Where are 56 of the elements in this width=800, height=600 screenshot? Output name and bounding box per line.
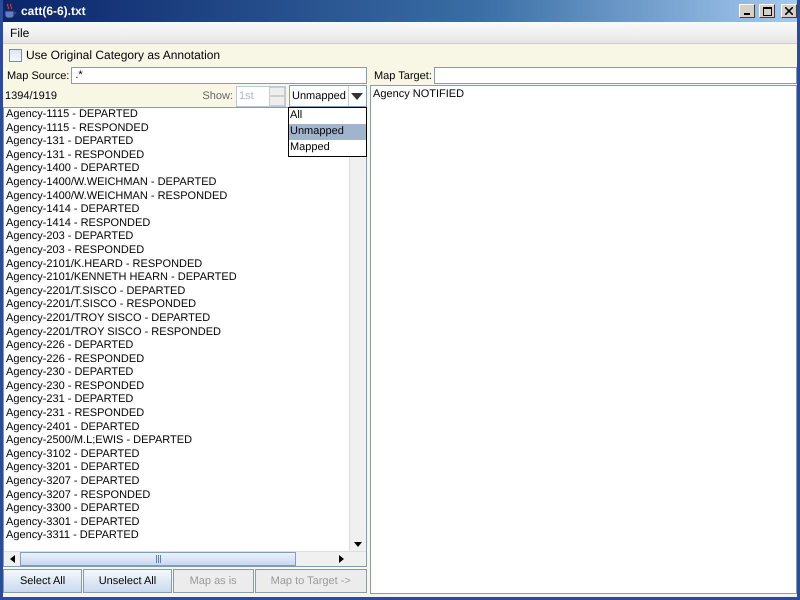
maximize-icon	[762, 6, 772, 16]
list-item[interactable]: Agency-3207 - RESPONDED	[6, 488, 349, 502]
window-title: catt(6-6).txt	[21, 4, 87, 18]
list-item[interactable]: Agency-3311 - DEPARTED	[6, 529, 349, 543]
list-item[interactable]: Agency-203 - DEPARTED	[6, 230, 349, 244]
horizontal-scrollbar[interactable]	[4, 551, 366, 566]
list-item[interactable]: Agency-2401 - DEPARTED	[6, 420, 349, 434]
coffee-cup-icon	[3, 3, 17, 19]
list-item[interactable]: Agency-1414 - DEPARTED	[6, 203, 349, 217]
list-item[interactable]: Agency-230 - DEPARTED	[6, 366, 349, 380]
field-label: Map Source:	[7, 70, 70, 82]
list-item[interactable]: Agency-1400/W.WEICHMAN - RESPONDED	[6, 190, 349, 204]
scroll-down-icon	[354, 542, 362, 546]
list-item[interactable]: Agency-1400/W.WEICHMAN - DEPARTED	[6, 176, 349, 190]
list-item[interactable]: Agency-3102 - DEPARTED	[6, 448, 349, 462]
close-button[interactable]	[781, 4, 797, 18]
list-item[interactable]: Agency-231 - RESPONDED	[6, 407, 349, 421]
list-item[interactable]: Agency-1400 - DEPARTED	[6, 162, 349, 176]
action-button[interactable]: Unselect All	[83, 569, 172, 593]
target-field[interactable]	[434, 67, 797, 84]
scroll-left-icon	[10, 555, 14, 563]
list-item[interactable]: Agency-2101/K.HEARD - RESPONDED	[6, 258, 349, 272]
source-field[interactable]: .*	[71, 67, 367, 84]
list-item[interactable]: Agency-226 - DEPARTED	[6, 339, 349, 353]
list-item[interactable]: Agency NOTIFIED	[373, 88, 794, 102]
menu-item[interactable]: File	[10, 26, 30, 40]
list-item[interactable]: Agency-2201/TROY SISCO - DEPARTED	[6, 312, 349, 326]
list-item[interactable]: Agency-2201/TROY SISCO - RESPONDED	[6, 326, 349, 340]
minimize-button[interactable]	[739, 4, 755, 18]
list-item[interactable]: Agency-3201 - DEPARTED	[6, 461, 349, 476]
list-item[interactable]: Agency-3301 - DEPARTED	[6, 516, 349, 530]
dropdown-option[interactable]: Unmapped	[289, 124, 366, 140]
scroll-right-icon	[338, 555, 344, 563]
list-item[interactable]: Agency-3207 - DEPARTED	[6, 475, 349, 489]
list-item[interactable]: Agency-2201/T.SISCO - RESPONDED	[6, 298, 349, 312]
list-item[interactable]: Agency-2201/T.SISCO - DEPARTED	[6, 284, 349, 298]
checkbox-label: Use Original Category as Annotation	[26, 48, 220, 62]
list-item[interactable]: Agency-226 - RESPONDED	[6, 352, 349, 366]
dropdown-arrow-icon	[351, 92, 364, 100]
field-label: Map Target:	[374, 70, 432, 82]
list-item[interactable]: Agency-3300 - DEPARTED	[6, 502, 349, 516]
close-icon	[785, 7, 793, 15]
scroll-thumb[interactable]	[20, 552, 296, 566]
item-count: 1394/1919	[5, 90, 58, 102]
list-item[interactable]: Agency-2500/M.L;EWIS - DEPARTED	[6, 434, 349, 448]
show-label: Show:	[202, 90, 233, 102]
grip-icon	[156, 555, 160, 563]
checkbox[interactable]	[9, 48, 22, 62]
list-item[interactable]: Agency-203 - RESPONDED	[6, 244, 349, 258]
filter-dropdown[interactable]: Unmapped	[289, 85, 367, 107]
action-button[interactable]: Select All	[3, 569, 82, 593]
list-item[interactable]: Agency-1414 - RESPONDED	[6, 216, 349, 230]
list-item[interactable]: Agency-2101/KENNETH HEARN - DEPARTED	[6, 271, 349, 285]
list-item[interactable]: Agency-230 - RESPONDED	[6, 380, 349, 394]
list-item[interactable]: Agency-231 - DEPARTED	[6, 393, 349, 408]
maximize-button[interactable]	[759, 4, 775, 18]
